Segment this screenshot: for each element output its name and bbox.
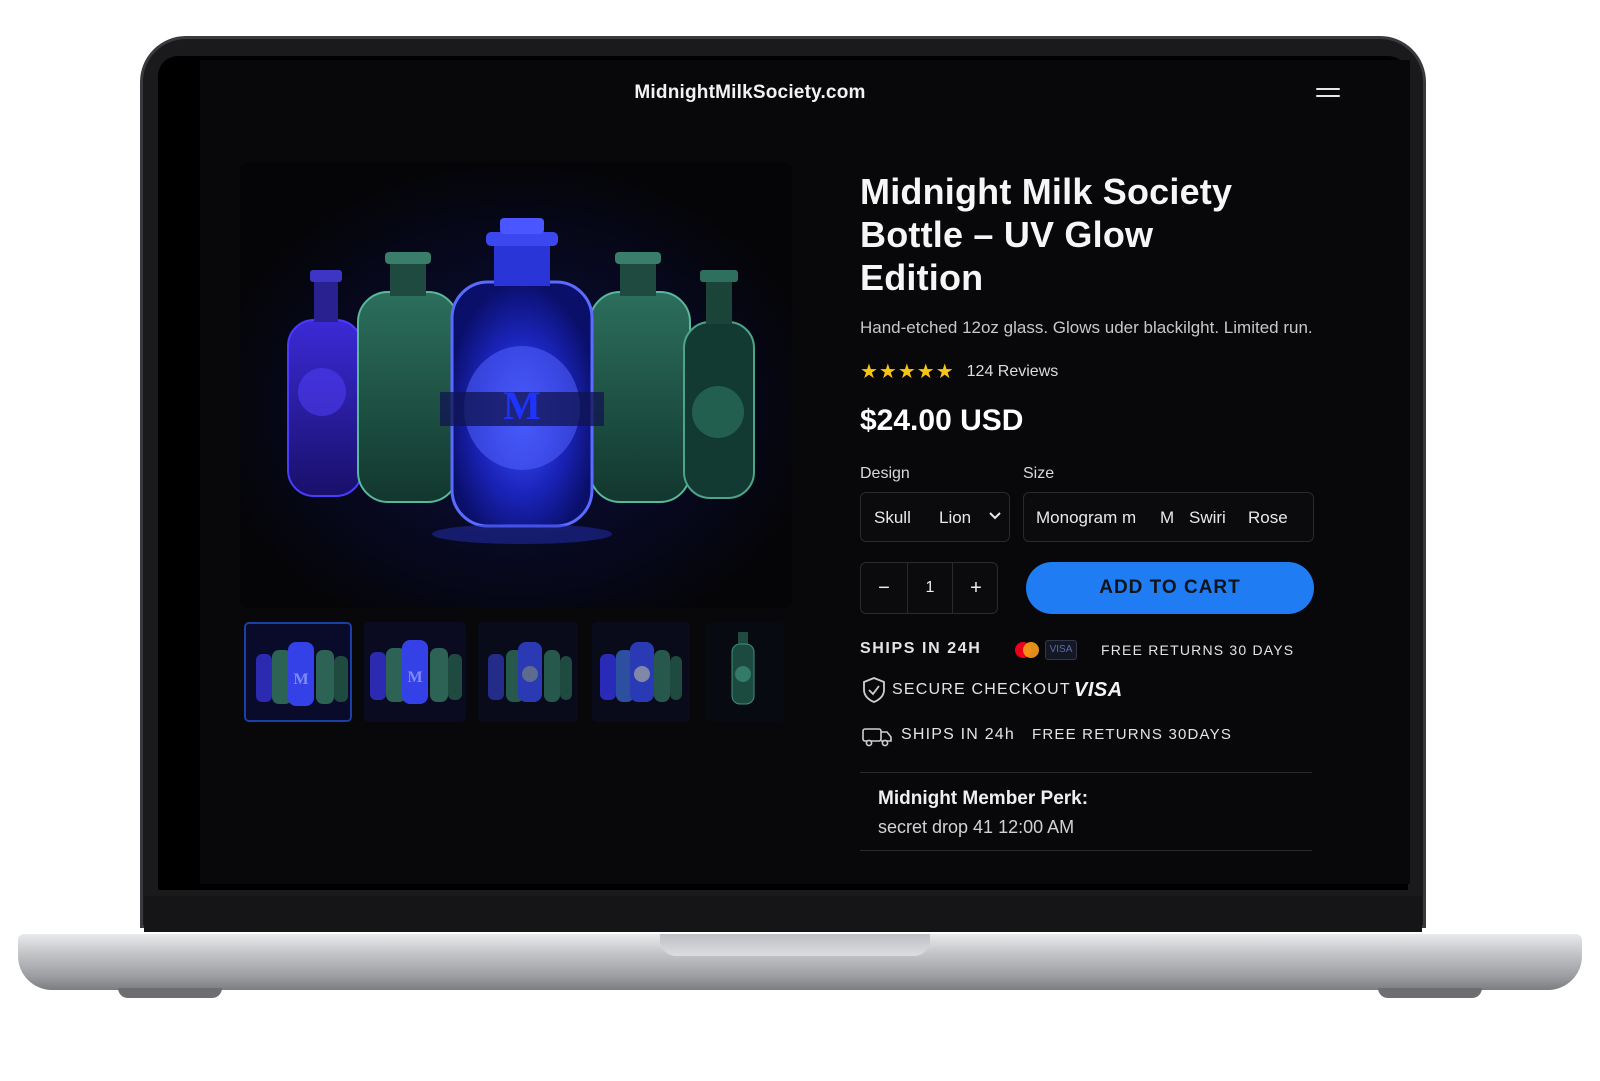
- thumbnail-4[interactable]: [592, 622, 690, 722]
- hamburger-menu-icon[interactable]: [1316, 85, 1340, 99]
- truck-icon: [862, 728, 892, 747]
- product-info: Midnight Milk Society Bottle – UV Glow E…: [860, 170, 1320, 438]
- thumbnail-3[interactable]: [478, 622, 578, 722]
- shipping-badge-row: SHIPS IN 24H VISA FREE RETURNS 30 DAYS: [860, 640, 1320, 664]
- thumbnail-1[interactable]: M: [244, 622, 352, 722]
- quantity-stepper: − 1 +: [860, 562, 998, 614]
- free-returns-text: FREE RETURNS 30 DAYS: [1101, 642, 1295, 658]
- main-product-image[interactable]: M: [240, 162, 792, 608]
- free-returns-lower-text: FREE RETURNS 30DAYS: [1032, 726, 1233, 743]
- design-label: Design: [860, 465, 910, 482]
- design-select[interactable]: Skull Lion: [860, 492, 1010, 542]
- product-title: Midnight Milk Society Bottle – UV Glow E…: [860, 171, 1233, 298]
- visa-large-icon: VISA: [1074, 679, 1123, 701]
- divider-top: [860, 772, 1312, 773]
- member-perk-text: secret drop 41 12:00 AM: [878, 817, 1075, 837]
- ships-24h-text: SHIPS IN 24H: [860, 640, 982, 657]
- size-option-swiri[interactable]: Swiri: [1189, 508, 1226, 528]
- add-to-cart-button[interactable]: ADD TO CART: [1026, 562, 1314, 614]
- shield-check-icon: [863, 677, 885, 703]
- site-title[interactable]: MidnightMilkSociety.com: [200, 82, 1300, 104]
- quantity-value[interactable]: 1: [907, 563, 953, 613]
- product-page: MidnightMilkSociety.com M M M Midnight M…: [200, 60, 1410, 884]
- laptop-chin: [144, 896, 1422, 932]
- laptop-notch: [660, 934, 930, 956]
- size-option-rose[interactable]: Rose: [1248, 508, 1288, 528]
- size-select[interactable]: Monogram m M Swiri Rose: [1023, 492, 1314, 542]
- thumbnail-2[interactable]: M: [364, 622, 466, 722]
- divider-bottom: [860, 850, 1312, 851]
- svg-text:M: M: [407, 669, 422, 686]
- size-label: Size: [1023, 465, 1055, 482]
- increase-quantity-button[interactable]: +: [953, 563, 999, 613]
- decrease-quantity-button[interactable]: −: [861, 563, 907, 613]
- thumbnail-5[interactable]: [706, 622, 784, 722]
- star-rating-icon: ★★★★★: [860, 361, 955, 383]
- product-price: $24.00 USD: [860, 404, 1024, 437]
- laptop-foot-left: [118, 988, 222, 998]
- secure-checkout-text: SECURE CHECKOUT: [892, 681, 1071, 698]
- size-option-monogram[interactable]: Monogram m: [1036, 508, 1136, 528]
- thumbnail-strip: M M: [244, 622, 792, 726]
- delivery-row: SHIPS IN 24h FREE RETURNS 30DAYS: [860, 723, 1320, 751]
- visa-small-icon: VISA: [1045, 640, 1077, 660]
- uv-glow-bottles-image: M: [240, 162, 792, 608]
- design-option-lion[interactable]: Lion: [939, 508, 971, 528]
- ships-24h-lower-text: SHIPS IN 24h: [901, 726, 1016, 743]
- member-perk-title: Midnight Member Perk:: [878, 788, 1089, 809]
- product-description: Hand-etched 12oz glass. Glows uder black…: [860, 318, 1313, 337]
- reviews-link[interactable]: 124 Reviews: [967, 363, 1059, 381]
- mastercard-icon: [1015, 642, 1039, 658]
- chevron-down-icon: [989, 512, 1001, 520]
- size-option-m[interactable]: M: [1160, 508, 1174, 528]
- monogram-text: M: [503, 383, 541, 428]
- laptop-foot-right: [1378, 988, 1482, 998]
- design-option-skull[interactable]: Skull: [874, 508, 911, 528]
- svg-text:M: M: [293, 671, 308, 688]
- top-bar: MidnightMilkSociety.com: [200, 60, 1410, 130]
- secure-checkout-row: SECURE CHECKOUT VISA: [860, 676, 1320, 706]
- rating-row: ★★★★★ 124 Reviews: [860, 359, 1320, 384]
